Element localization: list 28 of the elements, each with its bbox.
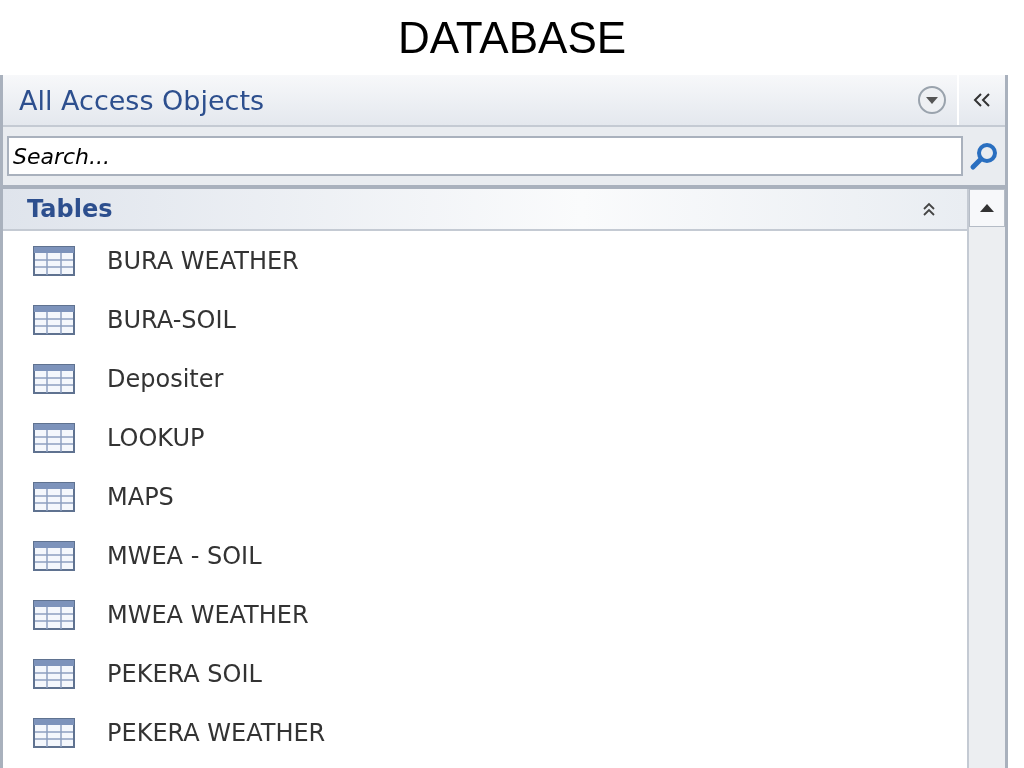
- scroll-up-button[interactable]: [969, 189, 1005, 227]
- table-icon: [33, 540, 75, 571]
- search-icon[interactable]: [969, 141, 999, 171]
- table-icon: [33, 481, 75, 512]
- table-icon: [33, 363, 75, 394]
- table-item[interactable]: BURA-SOIL: [107, 305, 236, 334]
- group-header[interactable]: Tables: [3, 189, 967, 231]
- table-item[interactable]: PEKERA SOIL: [107, 659, 262, 688]
- dropdown-icon[interactable]: [917, 85, 947, 115]
- up-triangle-icon: [979, 203, 995, 213]
- table-icon: [33, 422, 75, 453]
- table-item[interactable]: Depositer: [107, 364, 224, 393]
- table-icon: [33, 658, 75, 689]
- scrollbar[interactable]: [967, 189, 1005, 768]
- collapse-icon[interactable]: [921, 201, 937, 217]
- table-icon: [33, 599, 75, 630]
- table-icon: [33, 245, 75, 276]
- table-item[interactable]: LOOKUP: [107, 423, 205, 452]
- table-item[interactable]: PEKERA WEATHER: [107, 718, 326, 747]
- table-icon: [33, 717, 75, 748]
- search-field[interactable]: Search...: [7, 136, 963, 176]
- table-item[interactable]: BURA WEATHER: [107, 246, 299, 275]
- table-item[interactable]: MWEA - SOIL: [107, 541, 262, 570]
- table-icon: [33, 304, 75, 335]
- table-item[interactable]: MWEA WEATHER: [107, 600, 309, 629]
- table-item[interactable]: MAPS: [107, 482, 174, 511]
- slide-title: DATABASE: [396, 11, 628, 64]
- double-chevron-left-icon: [972, 92, 992, 108]
